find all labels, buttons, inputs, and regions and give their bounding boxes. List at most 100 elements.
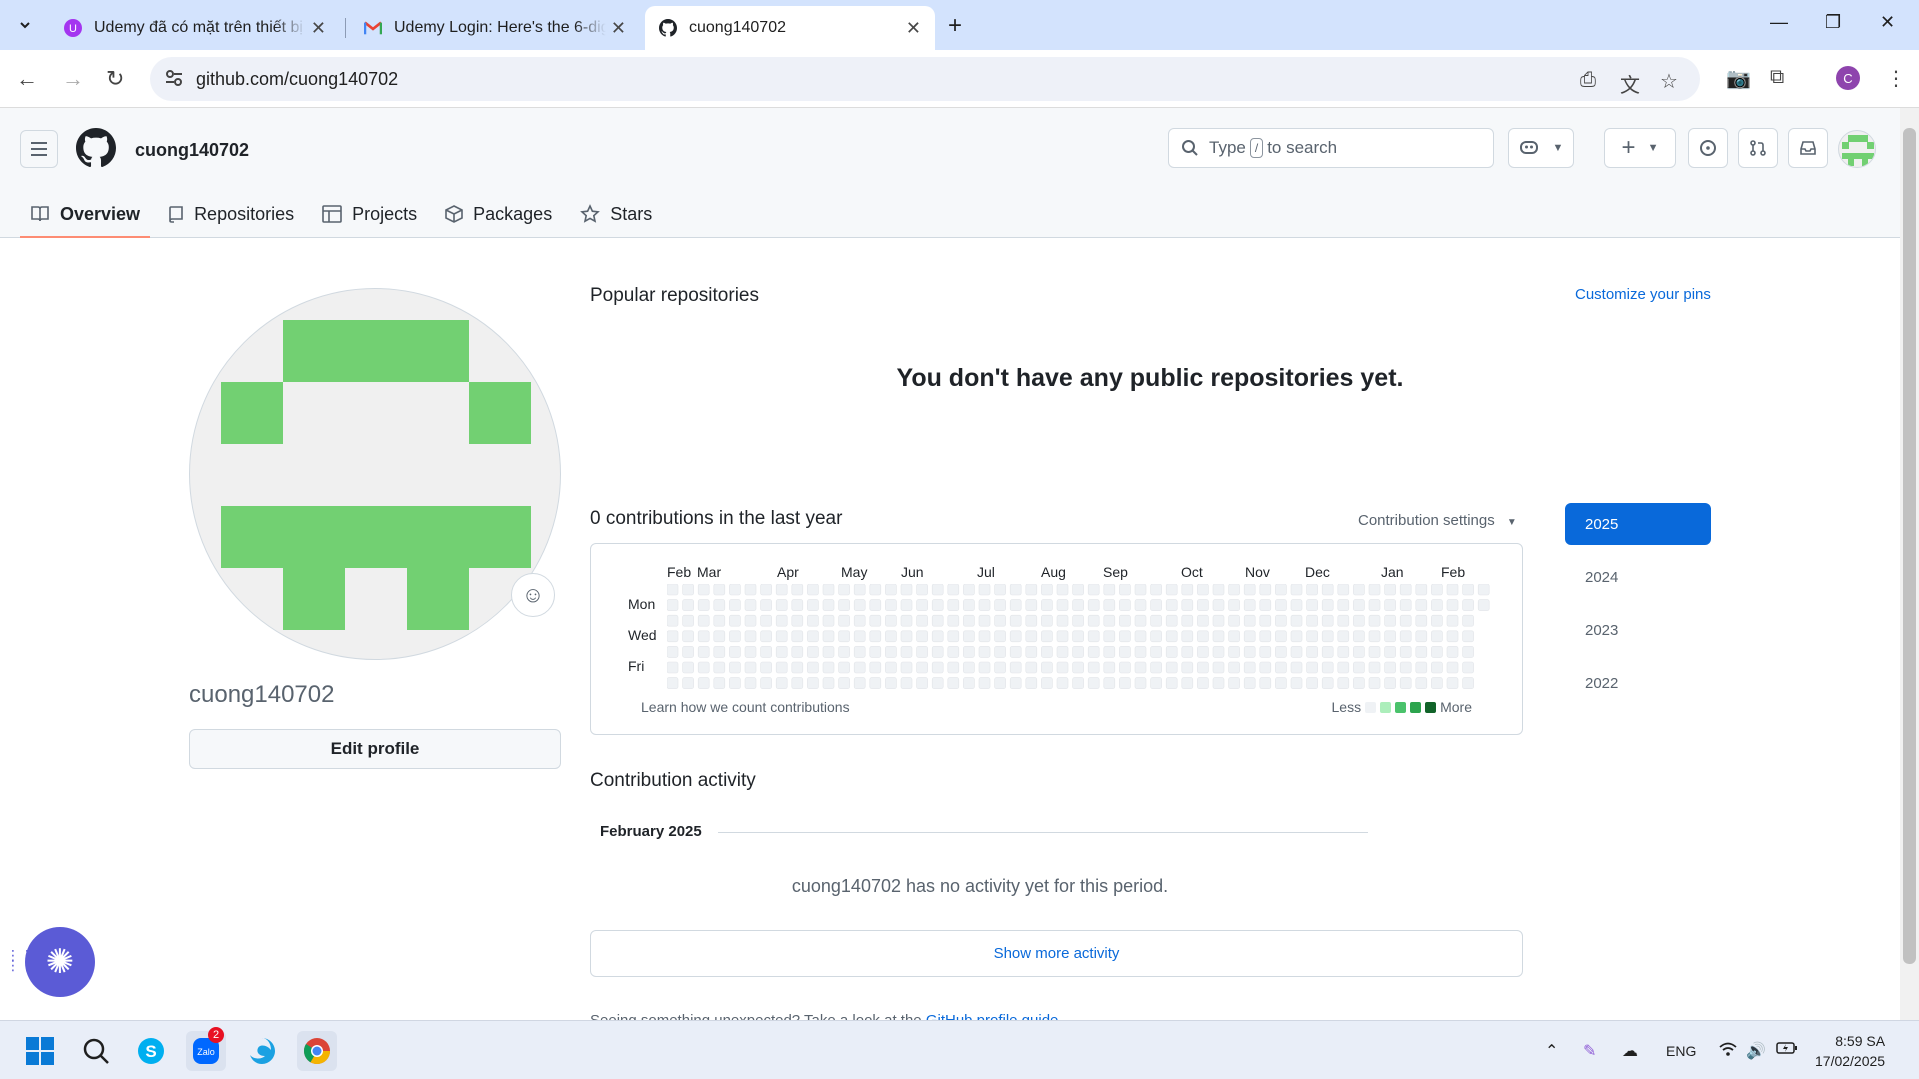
contribution-day-cell[interactable] (885, 646, 897, 658)
contribution-day-cell[interactable] (1446, 584, 1459, 596)
contribution-day-cell[interactable] (744, 599, 757, 611)
contribution-day-cell[interactable] (853, 614, 866, 627)
contribution-day-cell[interactable] (947, 677, 960, 689)
contribution-day-cell[interactable] (1243, 677, 1256, 689)
contribution-day-cell[interactable] (1056, 599, 1069, 611)
profile-avatar[interactable] (189, 288, 561, 660)
contribution-day-cell[interactable] (667, 630, 679, 643)
contribution-day-cell[interactable] (1399, 614, 1412, 627)
contribution-day-cell[interactable] (947, 599, 960, 611)
contribution-day-cell[interactable] (775, 614, 788, 627)
contribution-day-cell[interactable] (1197, 677, 1209, 689)
address-bar[interactable]: github.com/cuong140702 ⎙ 文 ☆ (150, 57, 1700, 101)
contribution-day-cell[interactable] (1243, 630, 1256, 643)
contribution-day-cell[interactable] (729, 677, 741, 689)
contribution-day-cell[interactable] (978, 584, 991, 596)
tab-stars[interactable]: Stars (570, 190, 662, 238)
contribution-day-cell[interactable] (667, 677, 679, 689)
contribution-day-cell[interactable] (1087, 661, 1100, 674)
contribution-day-cell[interactable] (1415, 630, 1428, 643)
contribution-day-cell[interactable] (760, 677, 772, 689)
contribution-day-cell[interactable] (822, 661, 835, 674)
contribution-day-cell[interactable] (1056, 661, 1069, 674)
contribution-day-cell[interactable] (1165, 599, 1178, 611)
contribution-day-cell[interactable] (869, 614, 882, 627)
contribution-day-cell[interactable] (1431, 661, 1443, 674)
contribution-day-cell[interactable] (1181, 646, 1194, 658)
contribution-day-cell[interactable] (931, 646, 944, 658)
contribution-day-cell[interactable] (1321, 599, 1334, 611)
minimize-icon[interactable]: — (1770, 12, 1788, 33)
contribution-day-cell[interactable] (682, 584, 694, 596)
contribution-day-cell[interactable] (1337, 646, 1350, 658)
contribution-day-cell[interactable] (1197, 614, 1209, 627)
inbox-button[interactable] (1788, 128, 1828, 168)
contribution-day-cell[interactable] (760, 630, 772, 643)
contribution-day-cell[interactable] (1384, 661, 1396, 674)
contribution-day-cell[interactable] (1228, 677, 1240, 689)
contribution-day-cell[interactable] (1321, 614, 1334, 627)
contribution-day-cell[interactable] (1119, 614, 1131, 627)
contribution-day-cell[interactable] (1181, 614, 1194, 627)
contribution-day-cell[interactable] (667, 661, 679, 674)
contribution-day-cell[interactable] (1009, 661, 1022, 674)
contribution-day-cell[interactable] (667, 599, 679, 611)
contribution-day-cell[interactable] (697, 599, 710, 611)
contribution-day-cell[interactable] (838, 599, 850, 611)
contribution-day-cell[interactable] (807, 599, 819, 611)
contribution-day-cell[interactable] (853, 661, 866, 674)
contribution-day-cell[interactable] (1087, 677, 1100, 689)
contribution-day-cell[interactable] (1009, 584, 1022, 596)
contribution-day-cell[interactable] (994, 599, 1006, 611)
header-username[interactable]: cuong140702 (135, 140, 249, 161)
contribution-day-cell[interactable] (1275, 677, 1287, 689)
contribution-day-cell[interactable] (916, 646, 928, 658)
contribution-day-cell[interactable] (1103, 584, 1116, 596)
browser-tab-github[interactable]: cuong140702 ✕ (645, 6, 935, 50)
contribution-day-cell[interactable] (1056, 614, 1069, 627)
contribution-day-cell[interactable] (1119, 646, 1131, 658)
set-status-button[interactable]: ☺ (511, 573, 555, 617)
contribution-day-cell[interactable] (1384, 599, 1396, 611)
contribution-day-cell[interactable] (760, 661, 772, 674)
learn-contributions-link[interactable]: Learn how we count contributions (641, 699, 850, 715)
customize-pins-link[interactable]: Customize your pins (1575, 286, 1711, 303)
reload-icon[interactable]: ↻ (106, 66, 124, 92)
back-icon[interactable]: ← (16, 66, 38, 92)
page-scrollbar[interactable] (1900, 108, 1919, 1020)
contribution-day-cell[interactable] (838, 677, 850, 689)
contribution-day-cell[interactable] (1431, 630, 1443, 643)
contribution-day-cell[interactable] (775, 646, 788, 658)
contribution-day-cell[interactable] (1228, 661, 1240, 674)
contribution-day-cell[interactable] (1431, 614, 1443, 627)
contribution-day-cell[interactable] (978, 614, 991, 627)
contribution-day-cell[interactable] (1150, 630, 1162, 643)
contribution-day-cell[interactable] (1150, 614, 1162, 627)
contribution-day-cell[interactable] (947, 646, 960, 658)
contribution-day-cell[interactable] (729, 584, 741, 596)
contribution-day-cell[interactable] (1072, 677, 1084, 689)
contribution-day-cell[interactable] (1290, 677, 1303, 689)
contribution-day-cell[interactable] (744, 630, 757, 643)
contribution-day-cell[interactable] (1056, 677, 1069, 689)
contribution-day-cell[interactable] (1212, 599, 1225, 611)
contribution-day-cell[interactable] (853, 630, 866, 643)
contribution-day-cell[interactable] (1306, 630, 1318, 643)
contribution-day-cell[interactable] (1415, 646, 1428, 658)
contribution-day-cell[interactable] (1399, 630, 1412, 643)
contribution-day-cell[interactable] (744, 661, 757, 674)
contribution-day-cell[interactable] (1103, 599, 1116, 611)
contribution-day-cell[interactable] (1275, 599, 1287, 611)
contribution-day-cell[interactable] (963, 614, 975, 627)
contribution-day-cell[interactable] (1368, 677, 1381, 689)
tab-search-button[interactable] (10, 10, 40, 40)
contribution-day-cell[interactable] (667, 584, 679, 596)
contribution-day-cell[interactable] (1446, 599, 1459, 611)
windows-start-icon[interactable] (20, 1031, 60, 1071)
assistant-widget-button[interactable]: ✺ (25, 927, 95, 997)
contribution-day-cell[interactable] (963, 646, 975, 658)
contribution-day-cell[interactable] (1134, 584, 1147, 596)
contribution-day-cell[interactable] (1212, 630, 1225, 643)
contribution-day-cell[interactable] (1368, 630, 1381, 643)
contribution-day-cell[interactable] (947, 614, 960, 627)
